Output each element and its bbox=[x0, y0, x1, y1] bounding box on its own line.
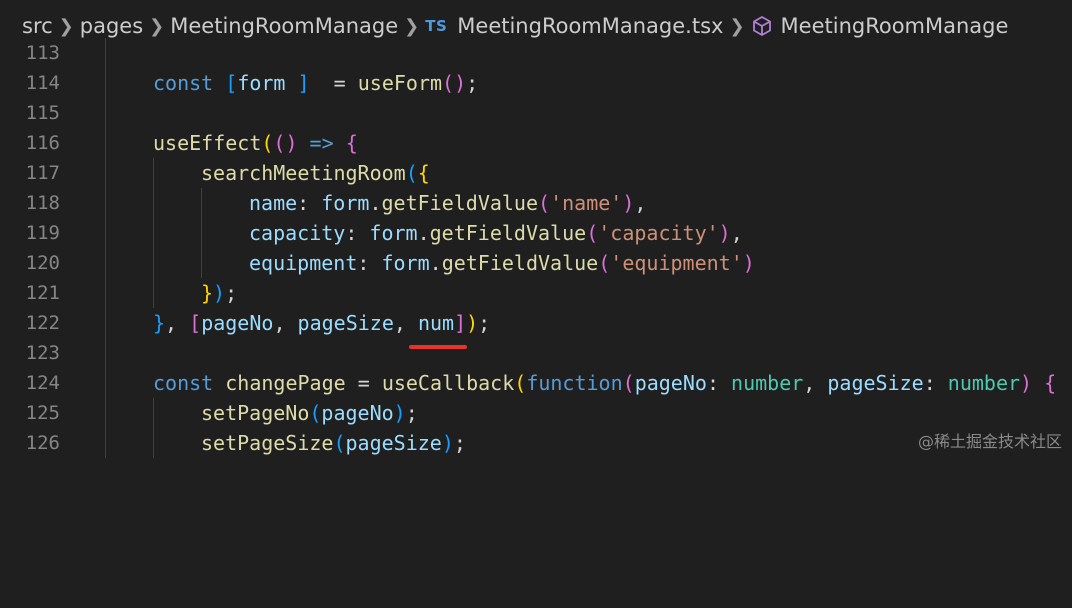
indent-guide bbox=[105, 398, 106, 428]
indent-guide bbox=[105, 128, 106, 158]
code-text: searchMeetingRoom({ bbox=[201, 161, 430, 185]
code-line[interactable]: 114 const [form ] = useForm(); bbox=[0, 68, 1072, 98]
indent-guide bbox=[105, 38, 106, 68]
line-number: 118 bbox=[25, 192, 60, 214]
indent-guide bbox=[105, 158, 106, 188]
code-text: }); bbox=[201, 281, 238, 305]
line-number: 121 bbox=[25, 282, 60, 304]
indent-guide bbox=[105, 278, 106, 308]
indent-guide bbox=[153, 428, 154, 458]
chevron-right-icon: ❯ bbox=[58, 15, 74, 37]
line-number: 117 bbox=[25, 162, 60, 184]
code-line[interactable]: 125 setPageNo(pageNo); bbox=[0, 398, 1072, 428]
line-number: 124 bbox=[25, 372, 60, 394]
indent-guide bbox=[105, 338, 106, 368]
code-line[interactable]: 116 useEffect(() => { bbox=[0, 128, 1072, 158]
chevron-right-icon: ❯ bbox=[404, 15, 420, 37]
line-number: 114 bbox=[25, 72, 60, 94]
red-underline-annotation bbox=[409, 345, 467, 349]
code-line[interactable]: 122 }, [pageNo, pageSize, num]); bbox=[0, 308, 1072, 338]
line-number: 119 bbox=[25, 222, 60, 244]
code-line[interactable]: 118 name: form.getFieldValue('name'), bbox=[0, 188, 1072, 218]
indent-guide bbox=[105, 218, 106, 248]
code-text: const [form ] = useForm(); bbox=[153, 71, 479, 95]
indent-guide bbox=[105, 368, 106, 398]
code-line[interactable]: 115 bbox=[0, 98, 1072, 128]
line-number: 126 bbox=[25, 432, 60, 454]
indent-guide bbox=[153, 248, 154, 278]
line-number: 125 bbox=[25, 402, 60, 424]
indent-guide bbox=[201, 218, 202, 248]
code-text: capacity: form.getFieldValue('capacity')… bbox=[249, 221, 743, 245]
code-line[interactable]: 121 }); bbox=[0, 278, 1072, 308]
line-number: 123 bbox=[25, 342, 60, 364]
code-line[interactable]: 124 const changePage = useCallback(funct… bbox=[0, 368, 1072, 398]
line-number: 116 bbox=[25, 132, 60, 154]
cube-icon bbox=[751, 15, 773, 37]
indent-guide bbox=[153, 278, 154, 308]
code-line[interactable]: 126 setPageSize(pageSize); bbox=[0, 428, 1072, 458]
chevron-right-icon: ❯ bbox=[729, 15, 745, 37]
code-text: setPageSize(pageSize); bbox=[201, 431, 466, 455]
breadcrumb-item-symbol[interactable]: MeetingRoomManage bbox=[781, 14, 1009, 38]
indent-guide bbox=[201, 248, 202, 278]
code-text: }, [pageNo, pageSize, num]); bbox=[153, 311, 491, 335]
indent-guide bbox=[105, 248, 106, 278]
line-number: 113 bbox=[25, 42, 60, 64]
code-line[interactable]: 119 capacity: form.getFieldValue('capaci… bbox=[0, 218, 1072, 248]
indent-guide bbox=[153, 158, 154, 188]
chevron-right-icon: ❯ bbox=[149, 15, 165, 37]
indent-guide bbox=[105, 68, 106, 98]
watermark: @稀土掘金技术社区 bbox=[917, 432, 1062, 451]
code-text: name: form.getFieldValue('name'), bbox=[249, 191, 647, 215]
code-editor[interactable]: 113 114 const [form ] = useForm(); 115 1… bbox=[0, 38, 1072, 460]
line-number: 115 bbox=[25, 102, 60, 124]
indent-guide bbox=[105, 428, 106, 458]
code-text: setPageNo(pageNo); bbox=[201, 401, 418, 425]
code-text: const changePage = useCallback(function(… bbox=[153, 371, 1057, 395]
breadcrumb-item-pages[interactable]: pages bbox=[80, 14, 143, 38]
typescript-file-icon: TS bbox=[425, 17, 448, 35]
line-number: 120 bbox=[25, 252, 60, 274]
indent-guide bbox=[105, 98, 106, 128]
indent-guide bbox=[153, 398, 154, 428]
code-line[interactable]: 120 equipment: form.getFieldValue('equip… bbox=[0, 248, 1072, 278]
indent-guide bbox=[153, 188, 154, 218]
indent-guide bbox=[105, 308, 106, 338]
indent-guide bbox=[105, 188, 106, 218]
code-line[interactable]: 123 bbox=[0, 338, 1072, 368]
breadcrumb-item-src[interactable]: src bbox=[22, 14, 53, 38]
breadcrumb-item-file[interactable]: MeetingRoomManage.tsx bbox=[457, 14, 723, 38]
indent-guide bbox=[201, 188, 202, 218]
highlighted-dependency: num bbox=[417, 311, 455, 335]
code-line[interactable]: 117 searchMeetingRoom({ bbox=[0, 158, 1072, 188]
code-text: useEffect(() => { bbox=[153, 131, 358, 155]
breadcrumb-item-folder[interactable]: MeetingRoomManage bbox=[170, 14, 398, 38]
line-number: 122 bbox=[25, 312, 60, 334]
indent-guide bbox=[153, 218, 154, 248]
code-line[interactable]: 113 bbox=[0, 38, 1072, 68]
code-text: equipment: form.getFieldValue('equipment… bbox=[249, 251, 755, 275]
